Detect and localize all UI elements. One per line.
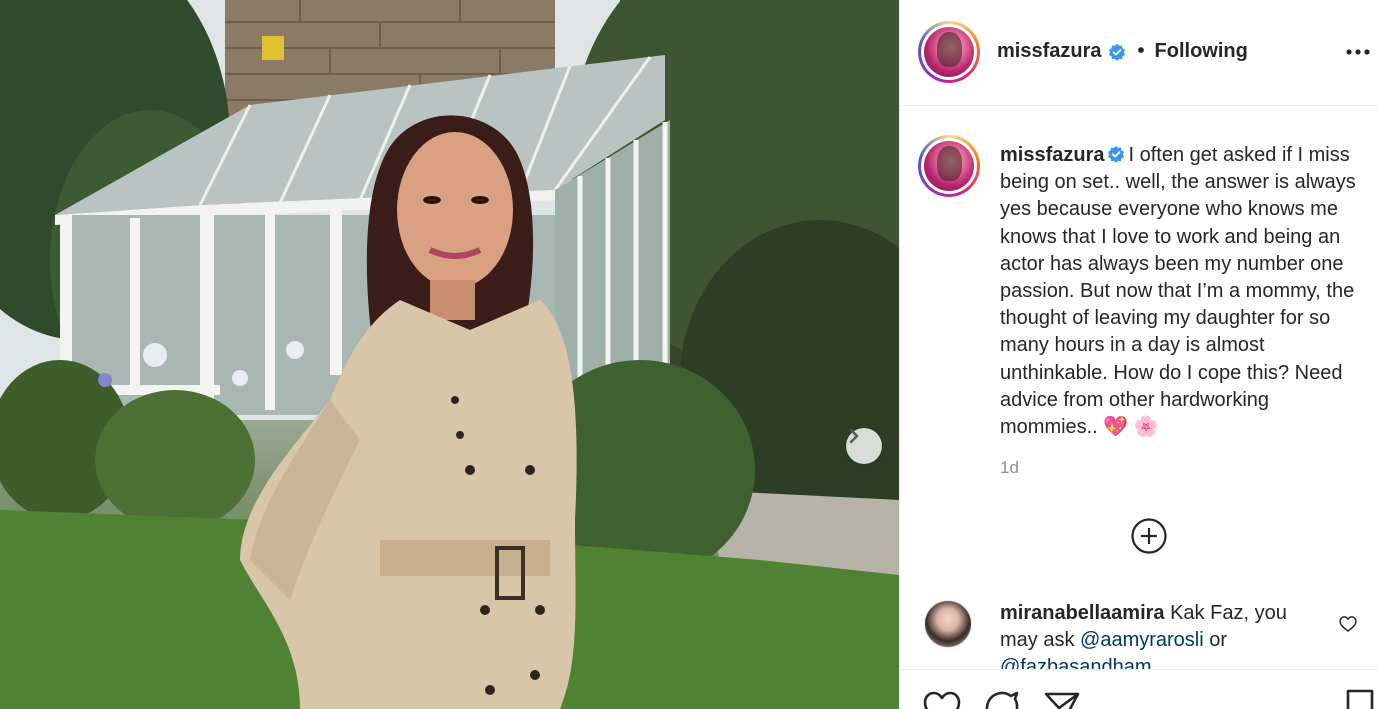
caption-author-avatar[interactable] bbox=[918, 135, 980, 197]
comment-icon[interactable] bbox=[982, 688, 1022, 709]
author-line: missfazura • Following bbox=[997, 40, 1248, 63]
author-avatar[interactable] bbox=[918, 21, 980, 83]
chevron-right-icon bbox=[849, 428, 859, 444]
heart-icon[interactable] bbox=[922, 688, 962, 709]
post-timestamp[interactable]: 1d bbox=[1000, 458, 1019, 478]
comment-mention-link[interactable]: @fazbasandham bbox=[1000, 656, 1152, 669]
post-photo[interactable] bbox=[0, 0, 899, 709]
paper-plane-icon[interactable] bbox=[1042, 688, 1082, 709]
post-side-panel: missfazura • Following missfazura I ofte… bbox=[900, 0, 1378, 709]
next-photo-button[interactable] bbox=[846, 428, 882, 464]
post-caption: missfazura I often get asked if I miss b… bbox=[1000, 142, 1360, 441]
author-username[interactable]: missfazura bbox=[997, 40, 1102, 63]
comment-item: miranabellaamira Kak Faz, you may ask @a… bbox=[1000, 600, 1330, 669]
verified-badge-icon bbox=[1108, 43, 1125, 61]
post-header: missfazura • Following bbox=[900, 0, 1378, 106]
caption-text: I often get asked if I miss being on set… bbox=[1000, 144, 1356, 439]
commenter-username[interactable]: miranabellaamira bbox=[1000, 602, 1165, 624]
separator-dot: • bbox=[1137, 40, 1145, 62]
bookmark-icon[interactable] bbox=[1340, 688, 1378, 709]
following-button[interactable]: Following bbox=[1155, 40, 1248, 63]
commenter-avatar[interactable] bbox=[924, 600, 972, 648]
post-photo-illustration bbox=[0, 0, 899, 709]
plus-circle-icon[interactable] bbox=[1130, 517, 1168, 555]
comment-like-heart-icon[interactable] bbox=[1338, 614, 1358, 634]
more-options-icon[interactable] bbox=[1344, 40, 1372, 64]
comment-text-mid: or bbox=[1209, 629, 1228, 652]
caption-username[interactable]: missfazura bbox=[1000, 144, 1105, 166]
verified-badge-icon bbox=[1107, 145, 1124, 163]
action-bar bbox=[900, 669, 1378, 709]
comment-mention-link[interactable]: @aamyrarosli bbox=[1080, 629, 1204, 651]
